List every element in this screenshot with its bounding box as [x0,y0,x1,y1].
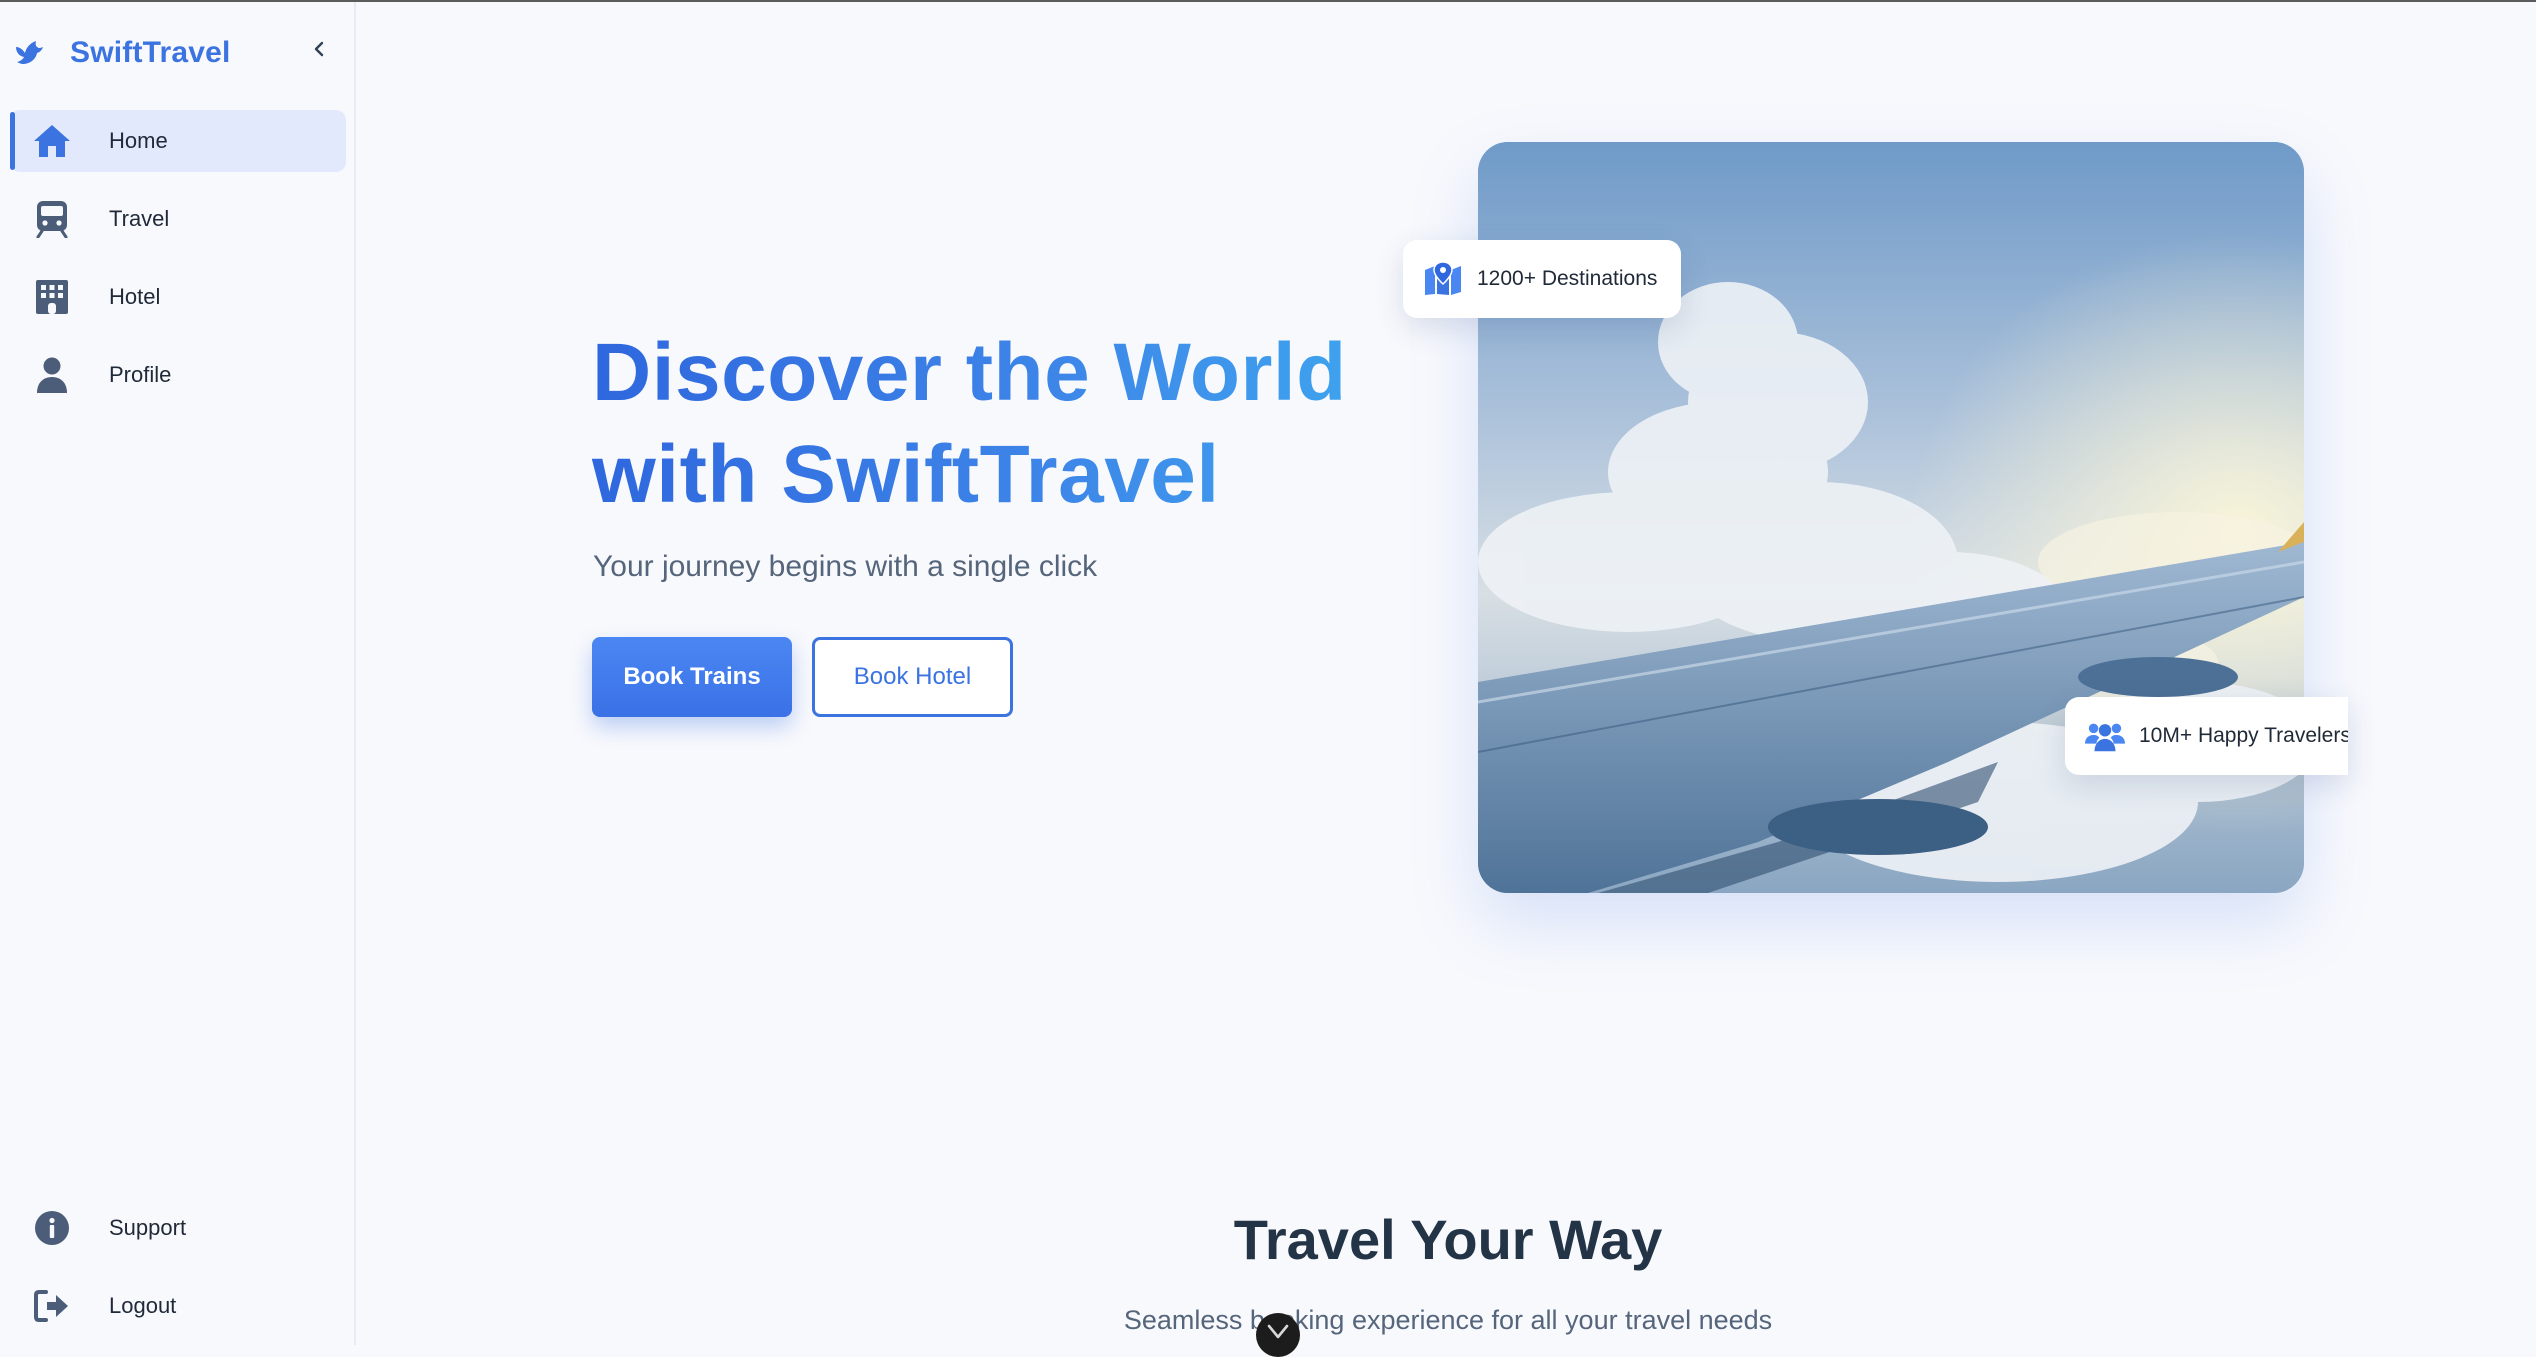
travelers-badge: 10M+ Happy Travelers [2065,697,2348,775]
train-icon [32,199,72,239]
users-group-icon [2085,716,2125,756]
sidebar-item-home[interactable]: Home [10,110,346,172]
destinations-count: 1200+ Destinations [1477,267,1658,290]
sidebar-item-hotel[interactable]: Hotel [10,266,346,328]
sidebar-item-label: Profile [109,362,172,387]
map-location-icon [1423,259,1463,299]
sidebar-item-label: Home [109,128,168,153]
sidebar-item-profile[interactable]: Profile [10,344,346,406]
sidebar-item-label: Hotel [109,284,161,309]
collapse-sidebar-button[interactable] [306,34,332,64]
hero-subtitle: Your journey begins with a single click [593,550,1098,583]
book-hotel-button[interactable]: Book Hotel [812,637,1013,717]
destinations-badge: 1200+ Destinations [1403,240,1681,318]
book-trains-button[interactable]: Book Trains [592,637,792,717]
hero-title: Discover the World with SwiftTravel [592,322,1412,526]
chevron-down-icon [1267,1324,1289,1339]
sidebar: SwiftTravel Home Travel Hotel Profile Su… [0,2,356,1345]
window-top-border [0,0,2536,2]
section-title: Travel Your Way [1233,1208,1663,1271]
user-icon [32,355,72,395]
building-icon [32,277,72,317]
sidebar-item-travel[interactable]: Travel [10,188,346,250]
chevron-left-icon [314,41,324,57]
scroll-down-button[interactable] [1256,1313,1300,1357]
hero-title-line: Discover the World [592,327,1347,418]
dove-logo-icon [14,38,44,68]
hero-title-line: with SwiftTravel [592,429,1220,520]
home-icon [32,121,72,161]
sidebar-item-label: Travel [109,206,170,231]
brand-name: SwiftTravel [70,36,231,69]
brand[interactable]: SwiftTravel [14,30,231,76]
travelers-count: 10M+ Happy Travelers [2139,724,2348,747]
